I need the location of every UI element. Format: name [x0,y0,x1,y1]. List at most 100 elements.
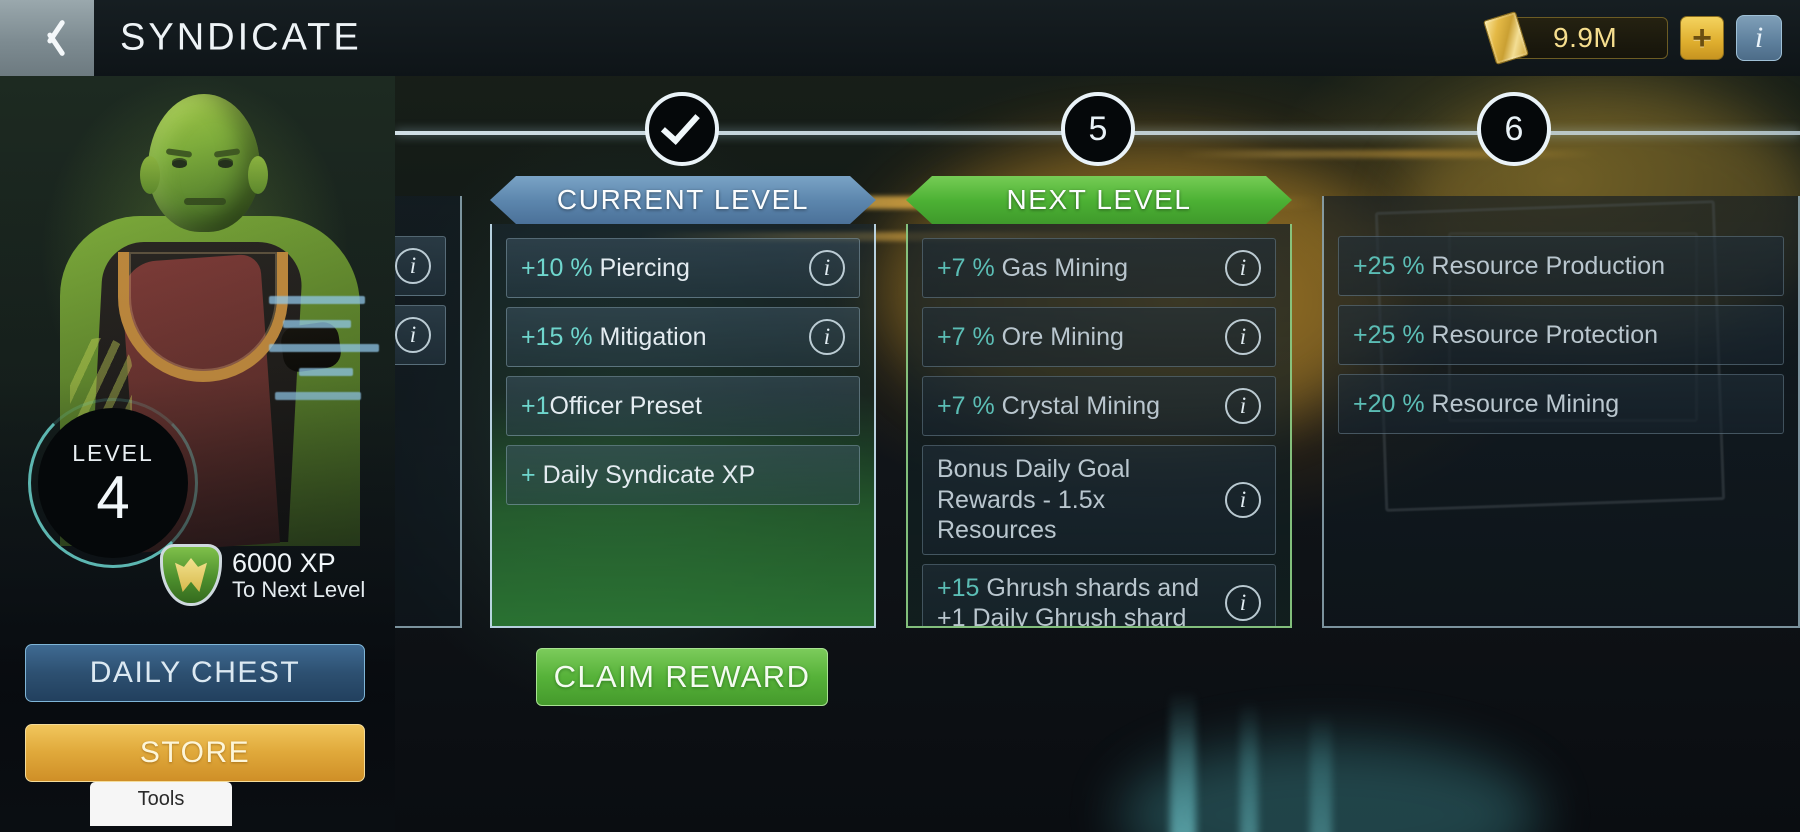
syndicate-screen: 5 6 CURRENT LEVEL +10 % Piercing [0,0,1800,832]
panel-next-banner-label: NEXT LEVEL [1006,184,1192,215]
reward-row-bonus-daily-goal[interactable]: Bonus Daily Goal Rewards - 1.5x Resource… [922,445,1276,555]
crest-shield [160,544,222,606]
reward-text: +15 % Mitigation [521,322,715,353]
reward-text: +1Officer Preset [521,391,710,422]
panel-next-level: NEXT LEVEL +7 % Gas Mining +7 % Ore Mini… [906,176,1292,628]
reward-value: +1 [521,391,550,420]
info-icon[interactable] [1225,319,1261,355]
reward-row-ghrush-shards[interactable]: +15 Ghrush shards and +1 Daily Ghrush sh… [922,563,1276,627]
syndicate-crest-icon [160,544,222,606]
reward-text: +10 % Piercing [521,253,698,284]
panel-future-body: +25 % Resource Production +25 % Resource… [1322,196,1800,628]
tools-popup-label: Tools [137,788,185,810]
reward-row-officer-preset[interactable]: +1Officer Preset [506,376,860,436]
level-value: 4 [96,464,130,531]
store-label: STORE [139,736,251,769]
reward-label: Resource Mining [1431,389,1620,418]
reward-row-daily-syndicate-xp[interactable]: + Daily Syndicate XP [506,445,860,505]
latinum-bars-icon [1483,11,1529,65]
currency-value: 9.9M [1553,22,1618,53]
xp-amount: 6000 XP [232,548,336,578]
reward-text: +7 % Gas Mining [937,253,1136,284]
level-label: LEVEL [72,440,154,466]
reward-value: +10 % [521,253,593,282]
reward-text: +25 % Resource Production [1353,251,1673,282]
level-ring-inner: LEVEL 4 [38,408,188,558]
store-button[interactable]: STORE [25,724,365,782]
info-icon[interactable] [1225,388,1261,424]
info-icon[interactable] [1225,481,1261,518]
reward-label: Bonus Daily Goal Rewards - 1.5x Resource… [937,455,1131,544]
check-icon [660,104,700,145]
claim-reward-label: CLAIM REWARD [553,659,811,694]
reward-label: Crystal Mining [1001,391,1161,420]
xp-progress-text: 6000 XP To Next Level [232,548,365,603]
add-currency-button[interactable] [1680,16,1724,60]
panel-current-banner-label: CURRENT LEVEL [556,184,810,215]
reward-value: +25 % [1353,251,1425,280]
currency-display[interactable]: 9.9M [1483,11,1668,65]
back-button[interactable] [0,0,94,76]
reward-value: +7 % [937,253,995,282]
reward-label: Ore Mining [1001,322,1124,351]
info-icon[interactable] [395,248,431,284]
info-icon[interactable] [809,319,845,355]
level-ring: LEVEL 4 [28,398,198,568]
reward-label: Gas Mining [1001,253,1129,282]
reward-row-resource-mining[interactable]: +20 % Resource Mining [1338,374,1784,434]
info-icon[interactable] [809,250,845,286]
panel-next-banner: NEXT LEVEL [906,176,1292,224]
reward-label: Resource Production [1431,251,1666,280]
reward-label: Resource Protection [1431,320,1659,349]
crest-emblem [175,558,207,592]
chevron-left-icon [34,16,60,60]
reward-row-resource-production[interactable]: +25 % Resource Production [1338,236,1784,296]
reward-text: +25 % Resource Protection [1353,320,1666,351]
reward-value: +15 [937,573,980,602]
reward-row-mitigation[interactable]: +15 % Mitigation [506,307,860,367]
reward-label: Daily Syndicate XP [542,460,756,489]
tools-popup[interactable]: Tools [90,782,232,826]
reward-row-resource-protection[interactable]: +25 % Resource Protection [1338,305,1784,365]
reward-row-piercing[interactable]: +10 % Piercing [506,238,860,298]
reward-text: +20 % Resource Mining [1353,389,1627,420]
panel-current-body: +10 % Piercing +15 % Mitigation +1Office… [490,224,876,628]
info-icon[interactable] [395,317,431,353]
header-bar: SYNDICATE 9.9M i [0,0,1800,76]
reward-label: Officer Preset [549,391,702,420]
level-progress-track: 5 6 [395,92,1800,166]
info-icon: i [1754,21,1764,54]
daily-chest-label: DAILY CHEST [89,656,301,689]
reward-value: +7 % [937,391,995,420]
reward-text: Bonus Daily Goal Rewards - 1.5x Resource… [937,454,1225,546]
reward-row-crystal-mining[interactable]: +7 % Crystal Mining [922,376,1276,436]
reward-text: +7 % Crystal Mining [937,391,1168,422]
claim-reward-button[interactable]: CLAIM REWARD [536,648,828,706]
reward-value: +7 % [937,322,995,351]
reward-text: +7 % Ore Mining [937,322,1132,353]
track-node-label: 6 [1504,109,1524,148]
panel-next-body: +7 % Gas Mining +7 % Ore Mining +7 % Cry… [906,224,1292,628]
reward-value: +25 % [1353,320,1425,349]
reward-value: + [521,460,536,489]
info-icon[interactable] [1225,585,1261,621]
reward-row-ore-mining[interactable]: +7 % Ore Mining [922,307,1276,367]
panel-future-level: +25 % Resource Production +25 % Resource… [1322,196,1800,628]
info-icon[interactable] [1225,250,1261,286]
track-node-completed[interactable] [645,92,719,166]
reward-text: +15 Ghrush shards and +1 Daily Ghrush sh… [937,573,1225,627]
reward-value: +15 % [521,322,593,351]
track-node-6[interactable]: 6 [1477,92,1551,166]
reward-label: Mitigation [599,322,707,351]
header-right-cluster: 9.9M i [1483,11,1782,65]
reward-text: + Daily Syndicate XP [521,460,763,491]
track-node-label: 5 [1088,109,1108,148]
panel-current-banner: CURRENT LEVEL [490,176,876,224]
sidebar: LEVEL 4 6000 XP To Next Level DAILY CHES… [0,76,395,832]
track-node-5[interactable]: 5 [1061,92,1135,166]
daily-chest-button[interactable]: DAILY CHEST [25,644,365,702]
panel-current-level: CURRENT LEVEL +10 % Piercing +15 % Mitig… [490,176,876,628]
page-title: SYNDICATE [120,16,362,59]
reward-row-gas-mining[interactable]: +7 % Gas Mining [922,238,1276,298]
info-button[interactable]: i [1736,15,1782,61]
